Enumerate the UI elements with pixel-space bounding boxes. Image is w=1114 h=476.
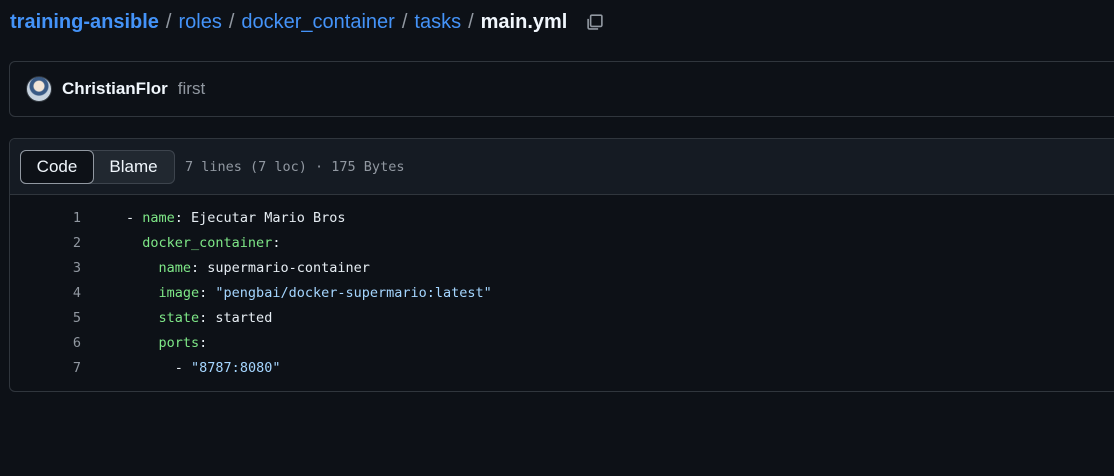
latest-commit-box: ChristianFlor first — [9, 61, 1114, 117]
code-line: 3 name: supermario-container — [10, 255, 1114, 280]
tab-code[interactable]: Code — [20, 149, 94, 184]
copy-path-button[interactable] — [584, 11, 606, 33]
line-number[interactable]: 2 — [10, 235, 81, 251]
code-line: 6 ports: — [10, 330, 1114, 355]
line-number[interactable]: 7 — [10, 360, 81, 376]
breadcrumb-current-file: main.yml — [480, 10, 568, 33]
code-line: 5 state: started — [10, 305, 1114, 330]
line-content[interactable]: - name: Ejecutar Mario Bros — [126, 210, 345, 226]
breadcrumb: training-ansible / roles / docker_contai… — [10, 8, 606, 36]
line-number[interactable]: 3 — [10, 260, 81, 276]
commit-message-link[interactable]: first — [178, 79, 205, 99]
code-line: 2 docker_container: — [10, 230, 1114, 255]
line-content[interactable]: ports: — [126, 335, 208, 351]
line-content[interactable]: state: started — [126, 310, 273, 326]
breadcrumb-tasks-link[interactable]: tasks — [414, 11, 461, 34]
file-header: Code Blame 7 lines (7 loc) · 175 Bytes — [10, 139, 1114, 195]
line-number[interactable]: 1 — [10, 210, 81, 226]
code-line: 1 - name: Ejecutar Mario Bros — [10, 205, 1114, 230]
file-viewer: Code Blame 7 lines (7 loc) · 175 Bytes 1… — [9, 138, 1114, 392]
avatar[interactable] — [26, 76, 52, 102]
breadcrumb-separator: / — [401, 10, 408, 33]
breadcrumb-docker-container-link[interactable]: docker_container — [241, 11, 394, 34]
line-content[interactable]: docker_container: — [126, 235, 280, 251]
breadcrumb-separator: / — [228, 10, 235, 33]
code-line: 4 image: "pengbai/docker-supermario:late… — [10, 280, 1114, 305]
breadcrumb-separator: / — [468, 10, 474, 33]
line-content[interactable]: name: supermario-container — [126, 260, 370, 276]
tab-blame[interactable]: Blame — [93, 151, 174, 183]
line-number[interactable]: 5 — [10, 310, 81, 326]
breadcrumb-repo-link[interactable]: training-ansible — [10, 11, 159, 34]
copy-icon — [587, 14, 604, 30]
file-view-page: training-ansible / roles / docker_contai… — [0, 0, 1114, 476]
line-number[interactable]: 4 — [10, 285, 81, 301]
line-number[interactable]: 6 — [10, 335, 81, 351]
breadcrumb-roles-link[interactable]: roles — [178, 11, 221, 34]
breadcrumb-separator: / — [165, 10, 172, 33]
view-mode-toggle: Code Blame — [20, 149, 175, 184]
line-content[interactable]: - "8787:8080" — [126, 360, 281, 376]
file-stats: 7 lines (7 loc) · 175 Bytes — [185, 158, 405, 175]
code-view: 1 - name: Ejecutar Mario Bros 2 docker_c… — [10, 195, 1114, 380]
commit-author-link[interactable]: ChristianFlor — [62, 79, 168, 99]
line-content[interactable]: image: "pengbai/docker-supermario:latest… — [126, 285, 492, 301]
code-line: 7 - "8787:8080" — [10, 355, 1114, 380]
